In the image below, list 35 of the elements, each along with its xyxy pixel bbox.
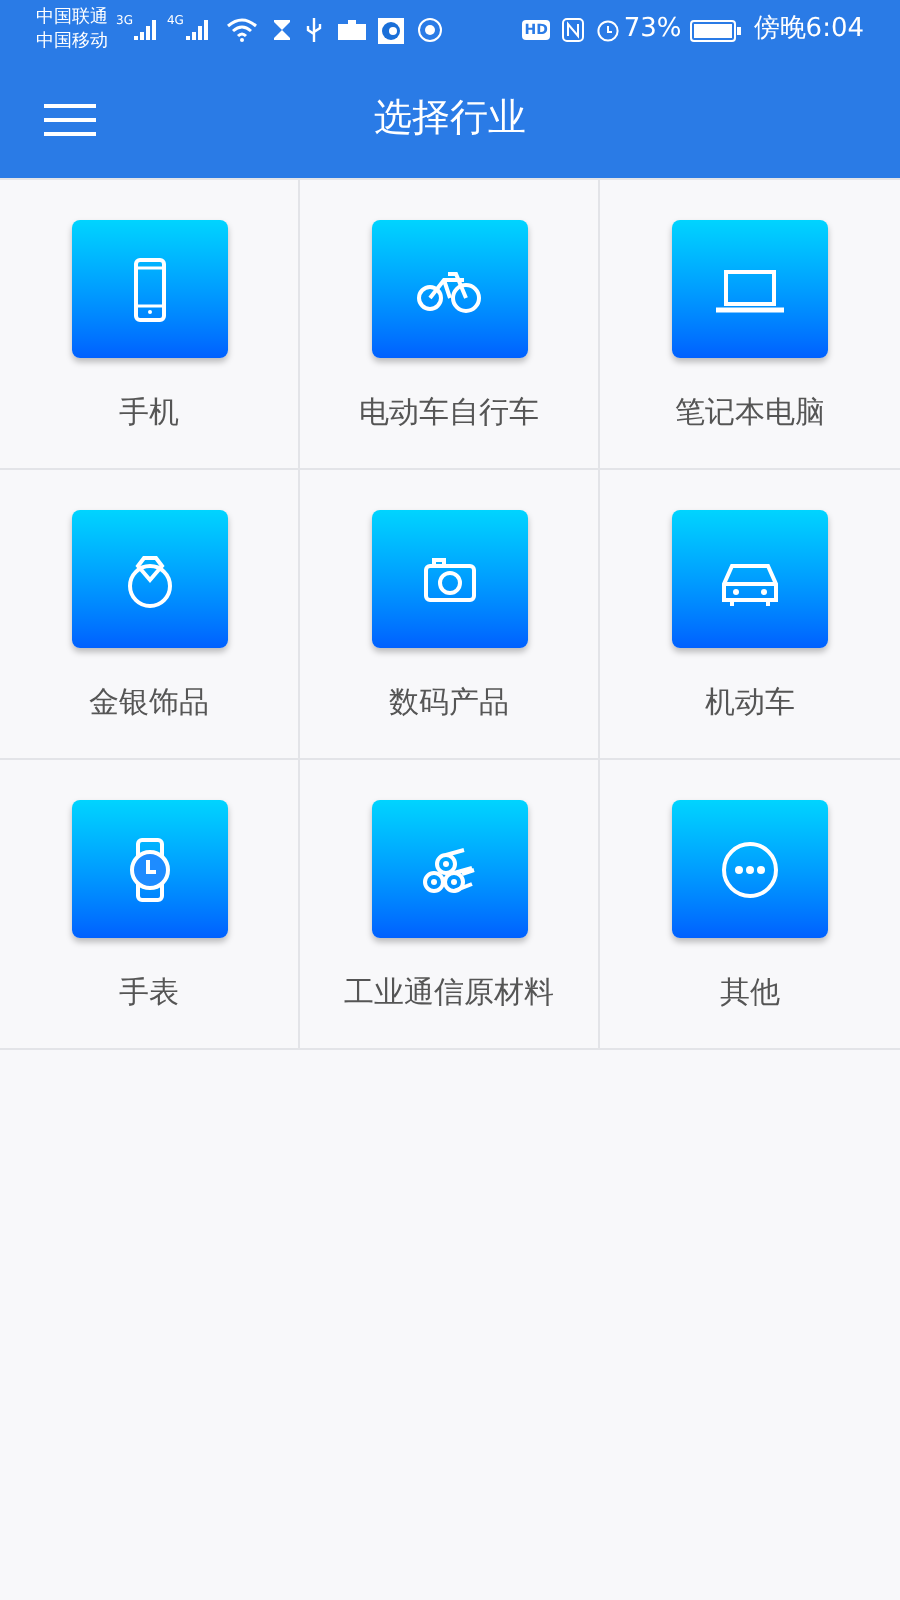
carrier-name: 中国移动: [36, 30, 108, 54]
category-tile[interactable]: [672, 800, 828, 938]
category-label: 手机: [119, 392, 179, 434]
signal-icon: [185, 20, 210, 40]
hourglass-icon: [273, 20, 290, 40]
category-tile[interactable]: [71, 220, 227, 358]
nfc-icon: [561, 18, 584, 42]
category-tile[interactable]: [672, 220, 828, 358]
category-tile[interactable]: [672, 510, 828, 648]
category-tile[interactable]: [71, 510, 227, 648]
app-icon: [377, 17, 404, 43]
category-label: 工业通信原材料: [344, 972, 554, 1014]
usb-icon: [305, 18, 322, 42]
category-tile[interactable]: [371, 510, 527, 648]
category-label: 数码产品: [389, 682, 509, 724]
battery-percent: 73%: [623, 12, 682, 49]
carrier-name: 中国联通: [36, 6, 108, 30]
briefcase-icon: [337, 20, 366, 40]
category-label: 其他: [720, 972, 780, 1014]
category-label: 电动车自行车: [359, 392, 539, 434]
category-label: 笔记本电脑: [675, 392, 825, 434]
category-label: 机动车: [705, 682, 795, 724]
eye-icon: [415, 18, 444, 42]
page-title: 选择行业: [374, 94, 526, 145]
menu-button[interactable]: [44, 99, 96, 139]
wifi-icon: [225, 18, 258, 42]
category-label: 金银饰品: [89, 682, 209, 724]
category-label: 手表: [119, 972, 179, 1014]
battery-icon: [689, 19, 742, 41]
category-tile[interactable]: [71, 800, 227, 938]
category-tile[interactable]: [371, 800, 527, 938]
signal-icon: [134, 20, 159, 40]
clock-time: 傍晚6:04: [753, 12, 864, 49]
category-tile[interactable]: [371, 220, 527, 358]
alarm-icon: [595, 18, 620, 42]
